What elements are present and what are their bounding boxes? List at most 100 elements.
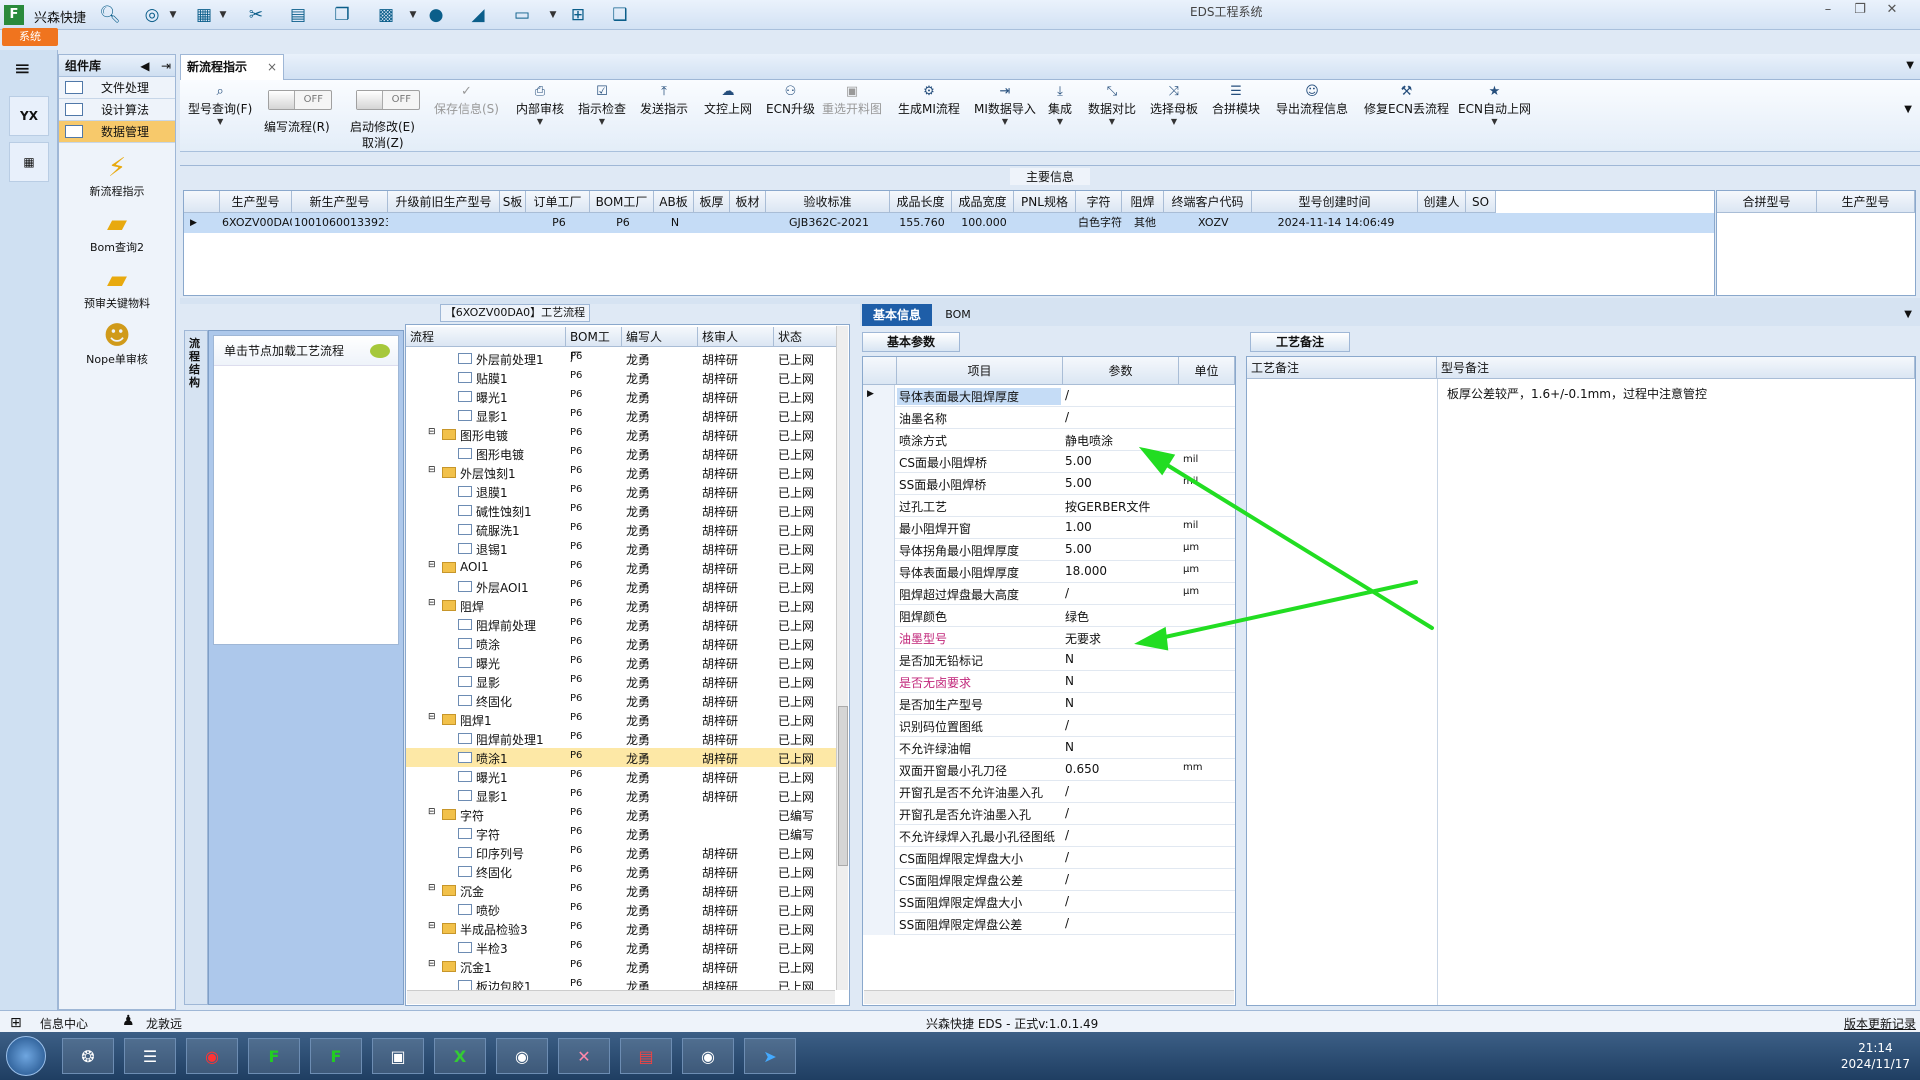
- param-row[interactable]: 是否无卤要求 N: [863, 671, 1235, 693]
- param-row[interactable]: 不允许绿焊入孔最小孔径图纸 /: [863, 825, 1235, 847]
- scissors-icon[interactable]: ✂: [244, 3, 268, 27]
- tab-list-dropdown-icon[interactable]: ▼: [1906, 60, 1914, 71]
- column-header[interactable]: 板厚: [694, 191, 730, 213]
- collapse-toggle-icon[interactable]: ⊟: [428, 807, 436, 817]
- param-row[interactable]: 开窗孔是否允许油墨入孔 /: [863, 803, 1235, 825]
- layers-icon[interactable]: ❑: [608, 3, 632, 27]
- table-cell[interactable]: [1014, 213, 1076, 233]
- search-icon[interactable]: 🔍︎: [98, 3, 122, 27]
- param-row[interactable]: 是否加无铅标记 N: [863, 649, 1235, 671]
- merge-module-button[interactable]: ☰ 合拼模块: [1212, 84, 1260, 117]
- table-cell[interactable]: [500, 213, 526, 233]
- tree-row[interactable]: 终固化 P6 龙勇 胡梓研 已上网: [406, 691, 836, 710]
- ecn-upgrade-button[interactable]: ⚇ ECN升级: [766, 84, 815, 117]
- param-value[interactable]: 绿色: [1065, 608, 1089, 625]
- start-edit-toggle[interactable]: OFF: [356, 90, 420, 110]
- column-header[interactable]: AB板: [654, 191, 694, 213]
- table-cell[interactable]: 155.760: [890, 213, 952, 233]
- film-icon[interactable]: ▤: [286, 3, 310, 27]
- column-header[interactable]: 项目: [897, 357, 1063, 385]
- collapse-toggle-icon[interactable]: ⊟: [428, 560, 436, 570]
- param-value[interactable]: /: [1065, 828, 1069, 842]
- tree-row[interactable]: ⊟ 图形电镀 P6 龙勇 胡梓研 已上网: [406, 425, 836, 444]
- collapse-toggle-icon[interactable]: ⊟: [428, 427, 436, 437]
- tree-row[interactable]: ⊟ AOI1 P6 龙勇 胡梓研 已上网: [406, 558, 836, 577]
- windows-icon[interactable]: ⊞: [566, 3, 590, 27]
- tree-row[interactable]: ⊟ 字符 P6 龙勇 已编写: [406, 805, 836, 824]
- tree-row[interactable]: ⊟ 阻焊 P6 龙勇 胡梓研 已上网: [406, 596, 836, 615]
- tree-row[interactable]: 显影1 P6 龙勇 胡梓研 已上网: [406, 786, 836, 805]
- copy-icon[interactable]: ❐: [330, 3, 354, 27]
- slides-app-icon[interactable]: ▤: [620, 1038, 672, 1074]
- column-header[interactable]: 成品宽度: [952, 191, 1014, 213]
- menu-item-file-processing[interactable]: 文件处理: [59, 77, 175, 99]
- param-value[interactable]: N: [1065, 674, 1074, 688]
- data-compare-button[interactable]: ⤡ 数据对比 ▼: [1088, 84, 1136, 126]
- ecn-auto-online-button[interactable]: ★ ECN自动上网 ▼: [1458, 84, 1531, 126]
- save-info-button[interactable]: ✓ 保存信息(S): [434, 84, 499, 117]
- eye-app-icon[interactable]: ◉: [496, 1038, 548, 1074]
- column-header[interactable]: 验收标准: [766, 191, 890, 213]
- param-row[interactable]: 不允许绿油帽 N: [863, 737, 1235, 759]
- param-row[interactable]: CS面阻焊限定焊盘公差 /: [863, 869, 1235, 891]
- collapse-toggle-icon[interactable]: ⊟: [428, 921, 436, 931]
- param-value[interactable]: /: [1065, 388, 1069, 402]
- param-value[interactable]: /: [1065, 894, 1069, 908]
- send-instruction-button[interactable]: ⤒ 发送指示: [640, 84, 688, 117]
- tool-bom-query[interactable]: ▰ Bom查询2: [59, 209, 175, 255]
- table-cell[interactable]: 白色字符: [1076, 213, 1122, 233]
- write-flow-toggle[interactable]: OFF: [268, 90, 332, 110]
- table-cell[interactable]: XOZV: [1196, 213, 1252, 233]
- area-chart-icon[interactable]: ◢: [466, 3, 490, 27]
- tool-nope-review[interactable]: ☻ Nope单审核: [59, 321, 175, 367]
- param-row[interactable]: 阻焊颜色 绿色: [863, 605, 1235, 627]
- column-header[interactable]: 工艺备注: [1247, 357, 1437, 379]
- generate-mi-flow-button[interactable]: ⚙ 生成MI流程: [898, 84, 960, 117]
- param-row[interactable]: 导体表面最小阻焊厚度 18.000 μm: [863, 561, 1235, 583]
- close-tab-icon[interactable]: ×: [267, 55, 277, 79]
- column-header[interactable]: 升级前旧生产型号: [388, 191, 500, 213]
- cross-app-icon[interactable]: ✕: [558, 1038, 610, 1074]
- param-row[interactable]: ▶ 导体表面最大阻焊厚度 /: [863, 385, 1235, 407]
- load-flow-card[interactable]: 单击节点加载工艺流程: [213, 335, 399, 645]
- param-value[interactable]: /: [1065, 718, 1069, 732]
- table-cell[interactable]: [388, 213, 500, 233]
- collapse-toggle-icon[interactable]: ⊟: [428, 959, 436, 969]
- table-cell[interactable]: [694, 213, 730, 233]
- collapse-toggle-icon[interactable]: ⊟: [428, 883, 436, 893]
- tree-row[interactable]: 碱性蚀刻1 P6 龙勇 胡梓研 已上网: [406, 501, 836, 520]
- browser-app-icon[interactable]: ◉: [186, 1038, 238, 1074]
- column-header[interactable]: 编写人: [622, 327, 698, 347]
- doc-control-online-button[interactable]: ☁ 文控上网: [704, 84, 752, 117]
- tab-bom[interactable]: BOM: [938, 304, 978, 326]
- cancel-edit-label[interactable]: 取消(Z): [362, 134, 404, 151]
- chevron-left-icon[interactable]: ◀: [140, 59, 149, 73]
- param-row[interactable]: 识别码位置图纸 /: [863, 715, 1235, 737]
- export-flow-info-button[interactable]: ☺ 导出流程信息: [1276, 84, 1348, 117]
- column-header[interactable]: 型号创建时间: [1252, 191, 1418, 213]
- param-value[interactable]: /: [1065, 806, 1069, 820]
- chevron-down-icon[interactable]: ▼: [218, 3, 228, 27]
- table-cell[interactable]: [1418, 213, 1466, 233]
- param-value[interactable]: 0.650: [1065, 762, 1099, 776]
- param-row[interactable]: CS面最小阻焊桥 5.00 mil: [863, 451, 1235, 473]
- tree-row[interactable]: 显影 P6 龙勇 胡梓研 已上网: [406, 672, 836, 691]
- monitor-icon[interactable]: ▭: [510, 3, 534, 27]
- param-row[interactable]: SS面阻焊限定焊盘公差 /: [863, 913, 1235, 935]
- column-header[interactable]: BOM工厂: [590, 191, 654, 213]
- tree-row[interactable]: 阻焊前处理 P6 龙勇 胡梓研 已上网: [406, 615, 836, 634]
- toolbar-overflow-icon[interactable]: ▼: [1904, 104, 1912, 115]
- param-value[interactable]: 5.00: [1065, 454, 1092, 468]
- excel-app-icon[interactable]: X: [434, 1038, 486, 1074]
- system-tab[interactable]: 系统: [2, 28, 58, 46]
- table-cell[interactable]: [1466, 213, 1496, 233]
- tree-row[interactable]: 终固化 P6 龙勇 胡梓研 已上网: [406, 862, 836, 881]
- integrate-button[interactable]: ⤓ 集成 ▼: [1048, 84, 1072, 126]
- column-header[interactable]: 新生产型号: [292, 191, 388, 213]
- tree-row[interactable]: 字符 P6 龙勇 已编写: [406, 824, 836, 843]
- scrollbar-thumb[interactable]: [838, 706, 848, 866]
- tree-row[interactable]: 曝光 P6 龙勇 胡梓研 已上网: [406, 653, 836, 672]
- tree-row[interactable]: 外层AOI1 P6 龙勇 胡梓研 已上网: [406, 577, 836, 596]
- collapse-toggle-icon[interactable]: ⊟: [428, 598, 436, 608]
- hamburger-menu-icon[interactable]: ≡: [14, 56, 31, 80]
